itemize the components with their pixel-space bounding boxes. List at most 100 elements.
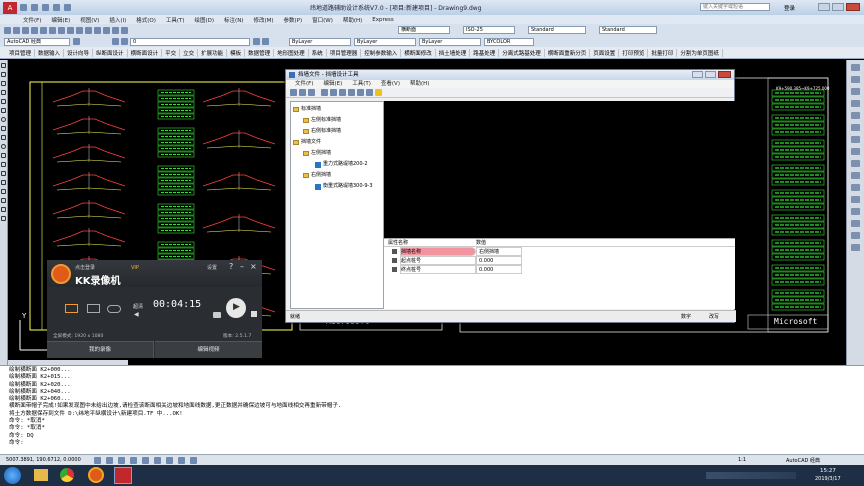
polyline-tool-icon[interactable]: [1, 81, 6, 86]
open-icon[interactable]: [13, 26, 20, 34]
menu-insert[interactable]: 插入(I): [104, 16, 131, 24]
insert-block-icon[interactable]: [1, 153, 6, 158]
qat-undo-icon[interactable]: [53, 4, 60, 11]
search-input[interactable]: 键入关键字或短语: [700, 3, 770, 11]
dialog-print-icon[interactable]: [366, 89, 373, 96]
start-button[interactable]: [4, 467, 21, 484]
addon-wizard[interactable]: 设计向导: [64, 48, 94, 57]
polygon-tool-icon[interactable]: [1, 90, 6, 95]
otrack-toggle-icon[interactable]: [154, 456, 161, 464]
addon-profile[interactable]: 纵断面设计: [93, 48, 128, 57]
taskbar-browser-icon[interactable]: [60, 468, 74, 482]
prop-value[interactable]: 0.000: [476, 265, 522, 274]
prop-value[interactable]: 右侧挡墙: [476, 247, 522, 256]
kk-avatar[interactable]: [51, 264, 71, 284]
multileader-style-combo[interactable]: Standard: [599, 26, 657, 34]
dialog-menu-file[interactable]: 文件(F): [290, 80, 318, 88]
clock-date[interactable]: 2019/3/17: [815, 476, 841, 482]
scale-tool-icon[interactable]: [851, 148, 860, 155]
layer-manager-icon[interactable]: [112, 38, 119, 45]
dialog-new-icon[interactable]: [290, 89, 297, 96]
menu-help[interactable]: 帮助(H): [338, 16, 367, 24]
ducs-toggle-icon[interactable]: [166, 456, 173, 464]
rotate-tool-icon[interactable]: [851, 136, 860, 143]
menu-view[interactable]: 视图(V): [75, 16, 104, 24]
properties-icon[interactable]: [112, 26, 119, 34]
mirror-tool-icon[interactable]: [851, 88, 860, 95]
plotstyle-combo[interactable]: BYCOLOR: [484, 37, 534, 46]
stretch-tool-icon[interactable]: [851, 160, 860, 167]
mtext-tool-icon[interactable]: [1, 216, 6, 221]
undo-icon[interactable]: [76, 26, 83, 34]
menu-modify[interactable]: 修改(M): [248, 16, 278, 24]
dialog-menu-edit[interactable]: 编辑(E): [318, 80, 347, 88]
addon-split-pages[interactable]: 分割为单页图纸: [677, 48, 723, 57]
addon-separated-subgrade[interactable]: 分离式路基处理: [499, 48, 545, 57]
dyn-toggle-icon[interactable]: [178, 456, 185, 464]
text-style-combo[interactable]: 横断面: [398, 26, 450, 34]
kk-vip-badge[interactable]: VIP: [131, 265, 139, 271]
addon-page-setup[interactable]: 页面设置: [590, 48, 620, 57]
break-tool-icon[interactable]: [851, 196, 860, 203]
kk-my-recordings-button[interactable]: 我的录像: [47, 341, 154, 358]
layer-state-icon[interactable]: [121, 38, 128, 45]
ellipse-tool-icon[interactable]: [1, 144, 6, 149]
menu-dimension[interactable]: 标注(N): [219, 16, 248, 24]
dialog-maximize-button[interactable]: [705, 71, 716, 78]
region-tool-icon[interactable]: [1, 198, 6, 203]
print-icon[interactable]: [31, 26, 38, 34]
tree-node-left-standard[interactable]: 左侧标准挡墙: [293, 115, 383, 126]
close-button[interactable]: [846, 3, 860, 11]
dialog-add-icon[interactable]: [348, 89, 355, 96]
prop-value[interactable]: 0.000: [476, 256, 522, 265]
table-style-combo[interactable]: Standard: [528, 26, 586, 34]
kk-mode-game-icon[interactable]: [107, 305, 121, 313]
dialog-copy-icon[interactable]: [330, 89, 337, 96]
tree-node-standard[interactable]: 标准挡墙: [293, 104, 383, 115]
menu-draw[interactable]: 绘图(D): [190, 16, 220, 24]
dialog-menu-view[interactable]: 查看(V): [376, 80, 405, 88]
kk-help-icon[interactable]: ?: [229, 262, 233, 271]
table-tool-icon[interactable]: [1, 207, 6, 212]
addon-repaginate[interactable]: 横断面重新分页: [545, 48, 591, 57]
addon-project-manager[interactable]: 项目管理器: [327, 48, 362, 57]
kk-mode-fullscreen-icon[interactable]: [65, 304, 78, 313]
zoom-icon[interactable]: [103, 26, 110, 34]
prop-row[interactable]: 起点桩号 0.000: [384, 256, 735, 265]
addon-data-input[interactable]: 数据输入: [35, 48, 65, 57]
revcloud-tool-icon[interactable]: [1, 126, 6, 131]
xline-tool-icon[interactable]: [1, 72, 6, 77]
dialog-minimize-button[interactable]: [692, 71, 703, 78]
addon-section-modify[interactable]: 横断面修改: [401, 48, 436, 57]
tree-node-left-item[interactable]: 重力式路堤墙200-2: [293, 159, 383, 170]
annotation-scale[interactable]: 1:1: [738, 457, 746, 463]
layer-previous-icon[interactable]: [262, 38, 269, 45]
copy-tool-icon[interactable]: [851, 76, 860, 83]
addon-system[interactable]: 系统: [309, 48, 327, 57]
tray-icons[interactable]: [706, 472, 796, 479]
dialog-delete-icon[interactable]: [357, 89, 364, 96]
offset-tool-icon[interactable]: [851, 100, 860, 107]
clock-time[interactable]: 15:27: [820, 468, 836, 474]
qat-save-icon[interactable]: [42, 4, 49, 11]
dialog-paste-icon[interactable]: [339, 89, 346, 96]
menu-file[interactable]: 文件(F): [18, 16, 46, 24]
workspace-switch[interactable]: AutoCAD 经典: [786, 457, 820, 464]
addon-batch-print[interactable]: 批量打印: [648, 48, 678, 57]
addon-wall-process[interactable]: 挡土墙处理: [436, 48, 471, 57]
kk-quality-label[interactable]: 超清: [133, 303, 143, 310]
menu-parametric[interactable]: 参数(P): [279, 16, 308, 24]
polar-toggle-icon[interactable]: [130, 456, 137, 464]
dialog-save-icon[interactable]: [308, 89, 315, 96]
rectangle-tool-icon[interactable]: [1, 99, 6, 104]
join-tool-icon[interactable]: [851, 208, 860, 215]
prop-row[interactable]: 挡墙名称 右侧挡墙: [384, 247, 735, 256]
circle-tool-icon[interactable]: [1, 117, 6, 122]
dialog-menu-help[interactable]: 帮助(H): [405, 80, 434, 88]
lwt-toggle-icon[interactable]: [190, 456, 197, 464]
hatch-tool-icon[interactable]: [1, 180, 6, 185]
array-tool-icon[interactable]: [851, 112, 860, 119]
autocad-logo-icon[interactable]: A: [3, 1, 17, 14]
menu-express[interactable]: Express: [367, 17, 398, 23]
color-combo[interactable]: ByLayer: [289, 37, 351, 46]
